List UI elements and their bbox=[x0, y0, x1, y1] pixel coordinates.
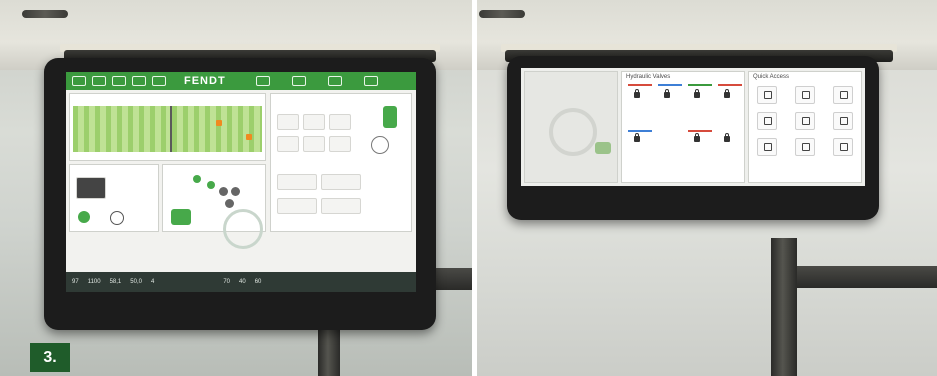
status-value: 50,0 bbox=[130, 279, 142, 285]
gear-icon[interactable] bbox=[92, 76, 106, 86]
lock-icon[interactable] bbox=[694, 133, 700, 142]
status-value: 4 bbox=[150, 279, 155, 285]
hydraulic-valves-panel: Hydraulic Valves bbox=[621, 71, 745, 183]
function-tile[interactable] bbox=[329, 114, 351, 130]
function-tile[interactable] bbox=[321, 198, 361, 214]
quick-access-button[interactable] bbox=[757, 112, 777, 130]
tractor-view-panel bbox=[524, 71, 618, 183]
valve-color bbox=[628, 84, 652, 86]
valve-indicator bbox=[225, 199, 234, 208]
quick-access-button[interactable] bbox=[795, 138, 815, 156]
status-value: 60 bbox=[254, 279, 262, 285]
field-map[interactable] bbox=[73, 106, 262, 152]
settings-icon[interactable] bbox=[291, 76, 306, 86]
quick-access-button[interactable] bbox=[833, 86, 853, 104]
tractor-outline bbox=[549, 108, 597, 156]
camera-icon[interactable] bbox=[152, 76, 166, 86]
guidance-panel bbox=[69, 93, 266, 161]
guidance-line bbox=[170, 106, 172, 152]
phone-icon[interactable] bbox=[78, 211, 90, 223]
right-photo: Hydraulic Valves Quick Access bbox=[477, 0, 937, 376]
valve-color bbox=[688, 84, 712, 86]
quick-access-button[interactable] bbox=[795, 112, 815, 130]
tractor-panel bbox=[162, 164, 266, 249]
lock-icon[interactable] bbox=[634, 89, 640, 98]
valve-color bbox=[658, 84, 682, 86]
terminal-monitor: Hydraulic Valves Quick Access bbox=[507, 56, 879, 220]
status-value: 40 bbox=[239, 279, 246, 285]
mount-post bbox=[318, 330, 340, 376]
mount-arm bbox=[797, 266, 937, 288]
dollar-icon[interactable] bbox=[112, 76, 126, 86]
function-tile[interactable] bbox=[277, 198, 317, 214]
lock-icon[interactable] bbox=[664, 89, 670, 98]
lock-icon[interactable] bbox=[724, 133, 730, 142]
panel-title: Quick Access bbox=[753, 74, 790, 80]
quick-access-button[interactable] bbox=[833, 112, 853, 130]
engage-button[interactable] bbox=[171, 209, 191, 225]
function-panel bbox=[270, 93, 412, 232]
quick-access-button[interactable] bbox=[833, 138, 853, 156]
tractor-icon[interactable] bbox=[132, 76, 146, 86]
user-icon[interactable] bbox=[327, 76, 342, 86]
function-tile[interactable] bbox=[277, 136, 299, 152]
lock-icon[interactable] bbox=[724, 89, 730, 98]
valve-indicator bbox=[207, 181, 215, 189]
valve-indicator bbox=[219, 187, 228, 196]
function-tile[interactable] bbox=[329, 136, 351, 152]
start-button[interactable] bbox=[383, 106, 397, 128]
cab-light bbox=[479, 10, 525, 18]
terminal-monitor: FENDT 97 1100 58,1 50,0 4 70 40 60 bbox=[44, 58, 436, 330]
top-bar: FENDT bbox=[66, 72, 416, 90]
left-photo: FENDT 97 1100 58,1 50,0 4 70 40 60 3. bbox=[0, 0, 472, 376]
media-panel bbox=[69, 164, 159, 232]
quick-access-button[interactable] bbox=[757, 86, 777, 104]
home-icon[interactable] bbox=[72, 76, 86, 86]
valve-color bbox=[718, 84, 742, 86]
panel-title: Hydraulic Valves bbox=[626, 74, 671, 80]
figure-label: 3. bbox=[30, 343, 70, 372]
status-value: 58,1 bbox=[109, 279, 122, 285]
quick-access-button[interactable] bbox=[757, 138, 777, 156]
mount-post bbox=[771, 238, 797, 376]
lock-icon[interactable] bbox=[634, 133, 640, 142]
terminal-screen: FENDT 97 1100 58,1 50,0 4 70 40 60 bbox=[66, 72, 416, 292]
valve-color bbox=[688, 130, 712, 132]
quick-access-button[interactable] bbox=[795, 86, 815, 104]
brand-logo: FENDT bbox=[184, 75, 226, 87]
cab-light bbox=[22, 10, 68, 18]
status-bar: 97 1100 58,1 50,0 4 70 40 60 bbox=[66, 272, 416, 292]
waypoint-marker bbox=[216, 120, 222, 126]
lock-icon[interactable] bbox=[694, 89, 700, 98]
play-icon[interactable] bbox=[110, 211, 124, 225]
menu-icon[interactable] bbox=[363, 76, 378, 86]
status-value: 70 bbox=[223, 279, 230, 285]
quick-access-panel: Quick Access bbox=[748, 71, 862, 183]
wheel-graphic bbox=[223, 209, 263, 249]
waypoint-marker bbox=[246, 134, 252, 140]
dial-icon[interactable] bbox=[371, 136, 389, 154]
status-value: 1100 bbox=[87, 279, 101, 285]
nav-icon[interactable] bbox=[255, 76, 270, 86]
function-tile[interactable] bbox=[321, 174, 361, 190]
function-tile[interactable] bbox=[303, 114, 325, 130]
valve-indicator bbox=[193, 175, 201, 183]
terminal-screen: Hydraulic Valves Quick Access bbox=[521, 68, 865, 186]
function-tile[interactable] bbox=[277, 114, 299, 130]
status-value: 97 bbox=[72, 279, 79, 285]
function-tile[interactable] bbox=[277, 174, 317, 190]
valve-color bbox=[628, 130, 652, 132]
function-tile[interactable] bbox=[303, 136, 325, 152]
status-button[interactable] bbox=[595, 142, 611, 154]
valve-indicator bbox=[231, 187, 240, 196]
album-art bbox=[76, 177, 106, 199]
